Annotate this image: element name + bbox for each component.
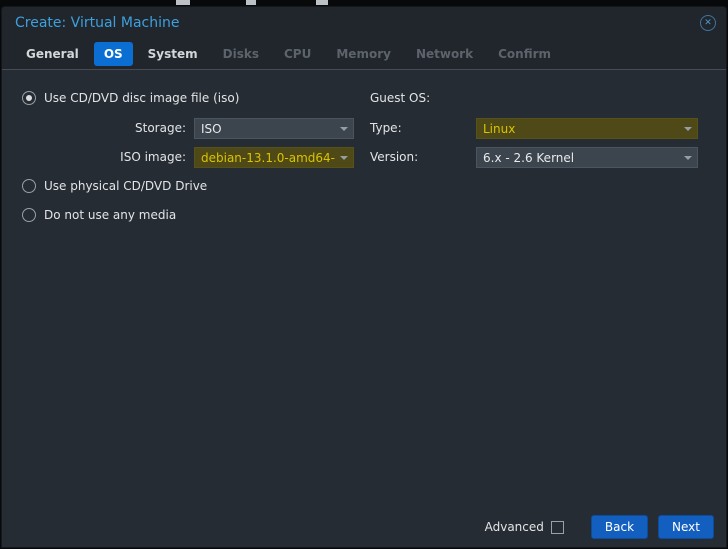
radio-no-media[interactable]: [22, 208, 36, 222]
tab-disks: Disks: [222, 47, 259, 61]
background-text-fragment: [316, 0, 328, 5]
chevron-down-icon: [684, 127, 692, 131]
iso-image-select[interactable]: debian-13.1.0-amd64-: [194, 147, 354, 168]
guest-os-version-value: 6.x - 2.6 Kernel: [483, 150, 575, 165]
guest-os-version-select[interactable]: 6.x - 2.6 Kernel: [476, 147, 698, 168]
storage-select-value: ISO: [201, 121, 222, 136]
radio-use-iso[interactable]: [22, 91, 36, 105]
background-text-fragment: [246, 0, 256, 5]
guest-os-version-label: Version:: [370, 150, 419, 164]
chevron-down-icon: [684, 156, 692, 160]
tab-network: Network: [415, 47, 474, 61]
advanced-checkbox[interactable]: [550, 520, 564, 534]
radio-row-iso-media[interactable]: Use CD/DVD disc image file (iso): [22, 88, 239, 108]
radio-row-no-media[interactable]: Do not use any media: [22, 205, 176, 225]
chevron-down-icon: [340, 156, 348, 160]
storage-label: Storage:: [135, 121, 186, 135]
guest-os-type-label: Type:: [370, 121, 402, 135]
tab-bar: General OS System Disks CPU Memory Netwo…: [2, 39, 726, 70]
tab-confirm: Confirm: [498, 47, 552, 61]
next-button[interactable]: Next: [658, 515, 714, 539]
close-icon[interactable]: ✕: [700, 15, 716, 31]
iso-image-label: ISO image:: [120, 150, 186, 164]
advanced-label[interactable]: Advanced: [485, 520, 544, 534]
radio-use-physical-drive[interactable]: [22, 179, 36, 193]
radio-use-iso-label[interactable]: Use CD/DVD disc image file (iso): [44, 91, 239, 105]
tab-os[interactable]: OS: [93, 42, 133, 66]
iso-image-select-value: debian-13.1.0-amd64-: [201, 150, 335, 165]
storage-select[interactable]: ISO: [194, 118, 354, 139]
dialog-content: Use CD/DVD disc image file (iso) Storage…: [2, 70, 726, 507]
guest-os-type-value: Linux: [483, 121, 516, 136]
tab-memory: Memory: [336, 47, 391, 61]
background-text-fragment: [176, 0, 190, 5]
chevron-down-icon: [340, 127, 348, 131]
tab-cpu: CPU: [284, 47, 312, 61]
create-vm-dialog: Create: Virtual Machine ✕ General OS Sys…: [1, 6, 727, 548]
dialog-footer: Advanced Back Next: [2, 507, 726, 547]
guest-os-type-select[interactable]: Linux: [476, 118, 698, 139]
radio-row-physical-drive[interactable]: Use physical CD/DVD Drive: [22, 176, 207, 196]
dialog-title: Create: Virtual Machine: [15, 15, 180, 31]
tab-general[interactable]: General: [16, 42, 89, 66]
dialog-titlebar[interactable]: Create: Virtual Machine ✕: [2, 7, 726, 39]
radio-no-media-label[interactable]: Do not use any media: [44, 208, 176, 222]
tab-system[interactable]: System: [138, 42, 208, 66]
radio-use-physical-drive-label[interactable]: Use physical CD/DVD Drive: [44, 179, 207, 193]
guest-os-heading: Guest OS:: [370, 91, 431, 105]
back-button[interactable]: Back: [590, 515, 649, 539]
